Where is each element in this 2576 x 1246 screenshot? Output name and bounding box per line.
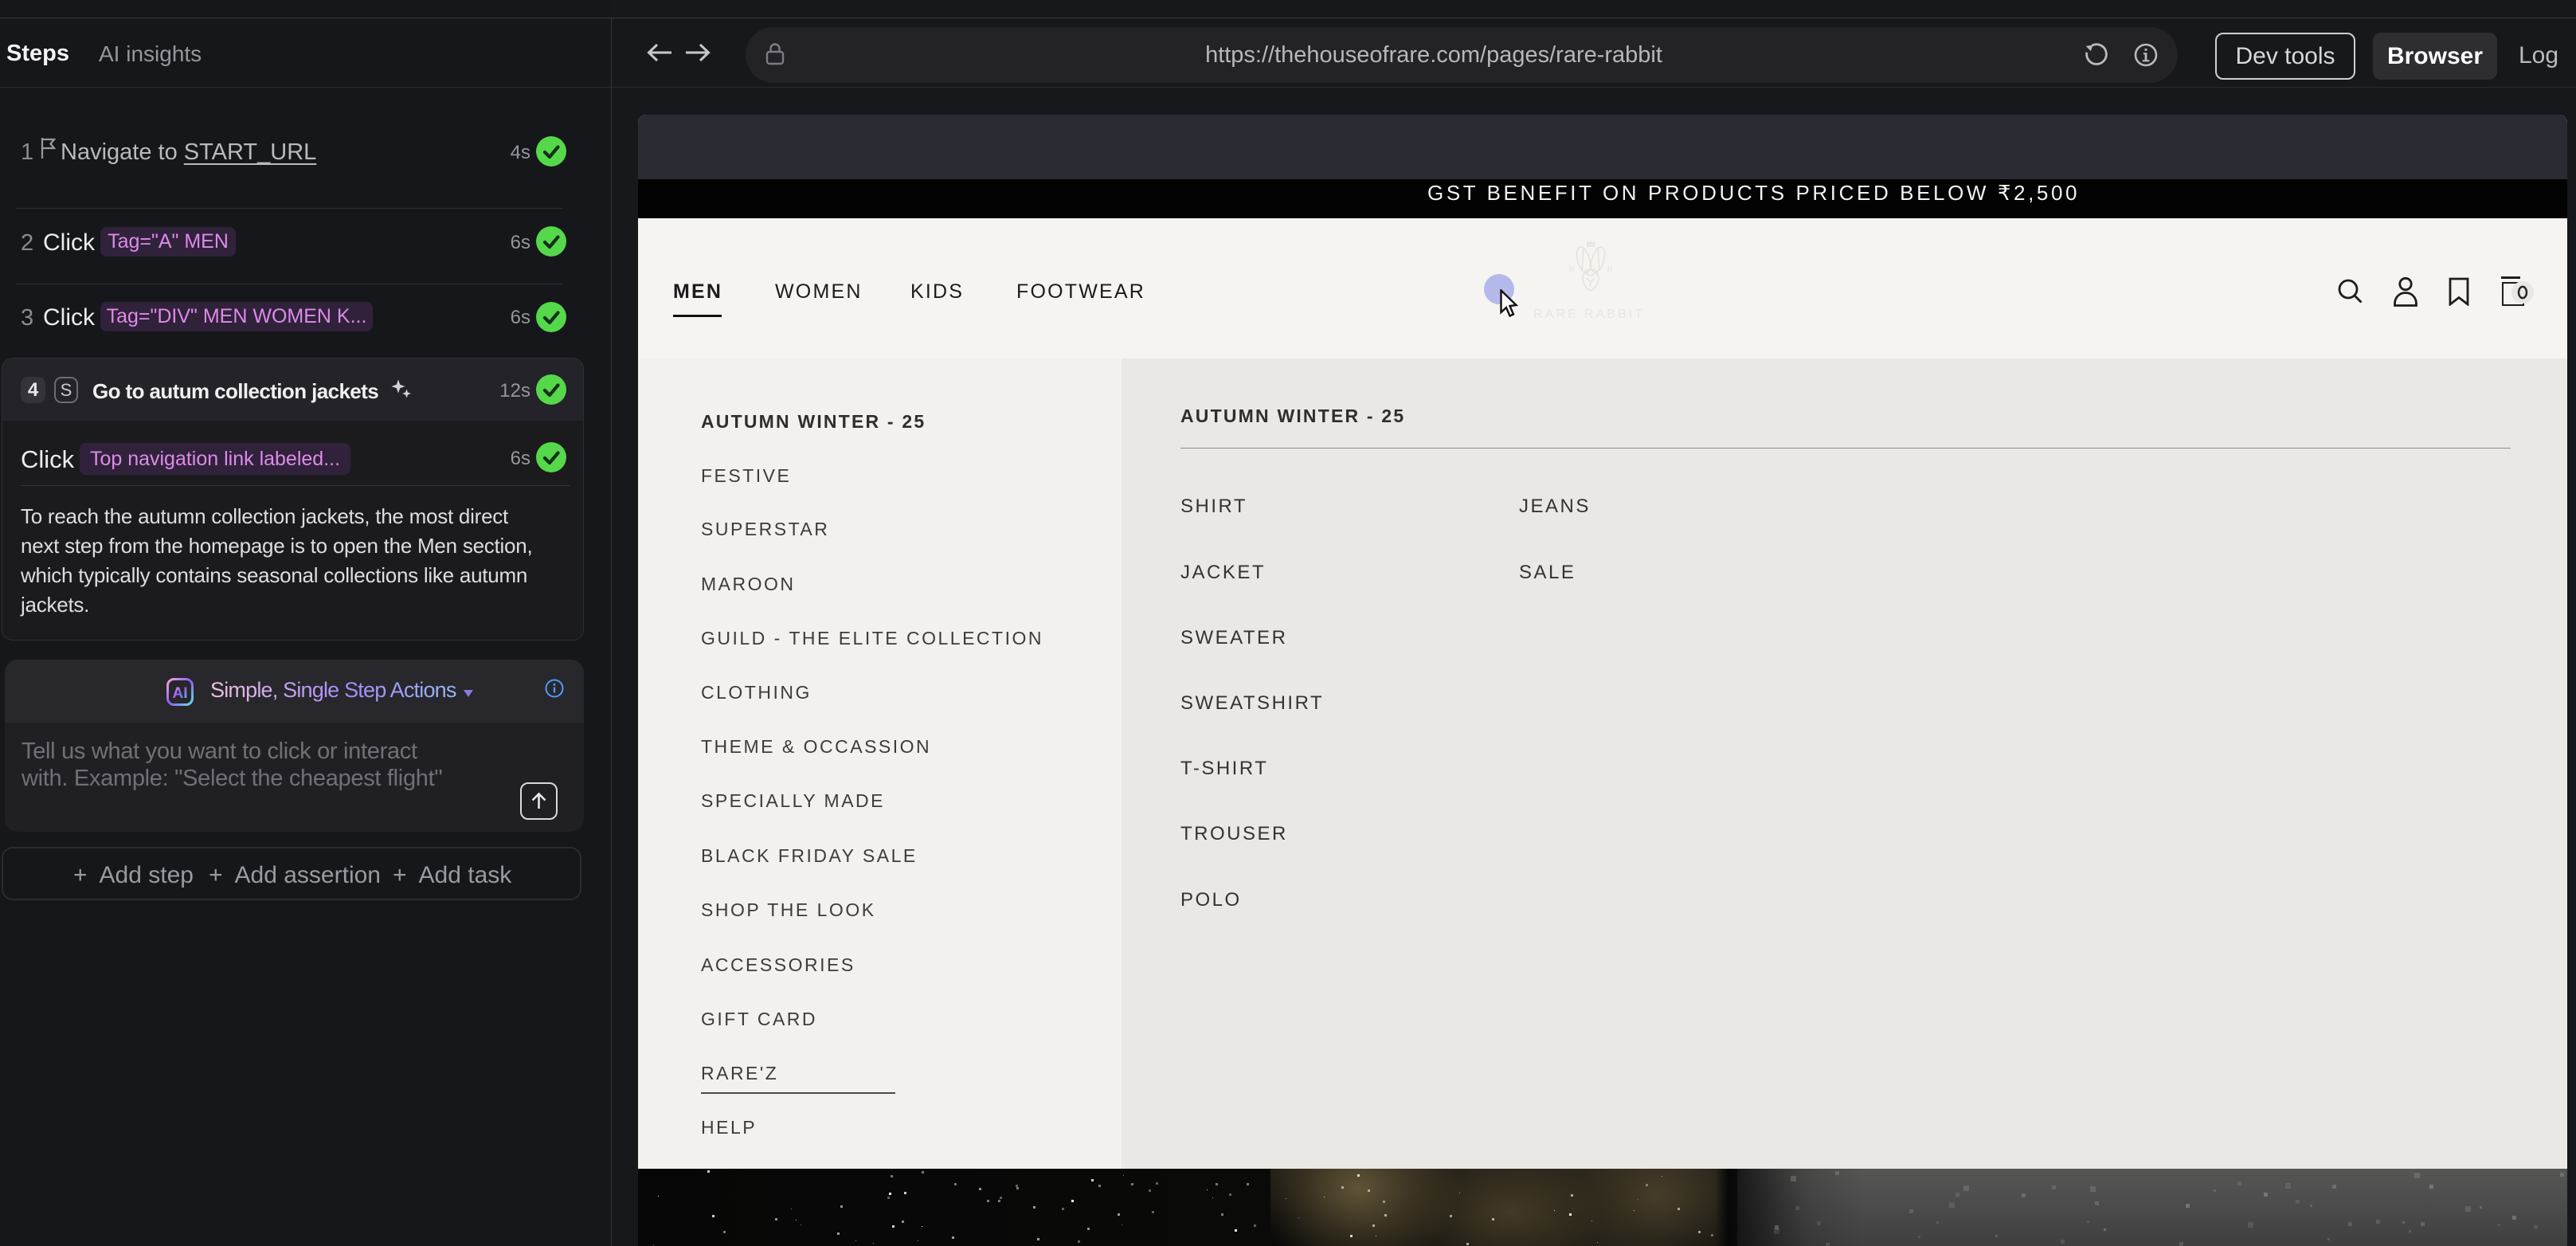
svg-text:AI: AI bbox=[173, 685, 188, 702]
svg-text:R: R bbox=[1569, 265, 1575, 273]
svg-text:R: R bbox=[1607, 265, 1613, 273]
